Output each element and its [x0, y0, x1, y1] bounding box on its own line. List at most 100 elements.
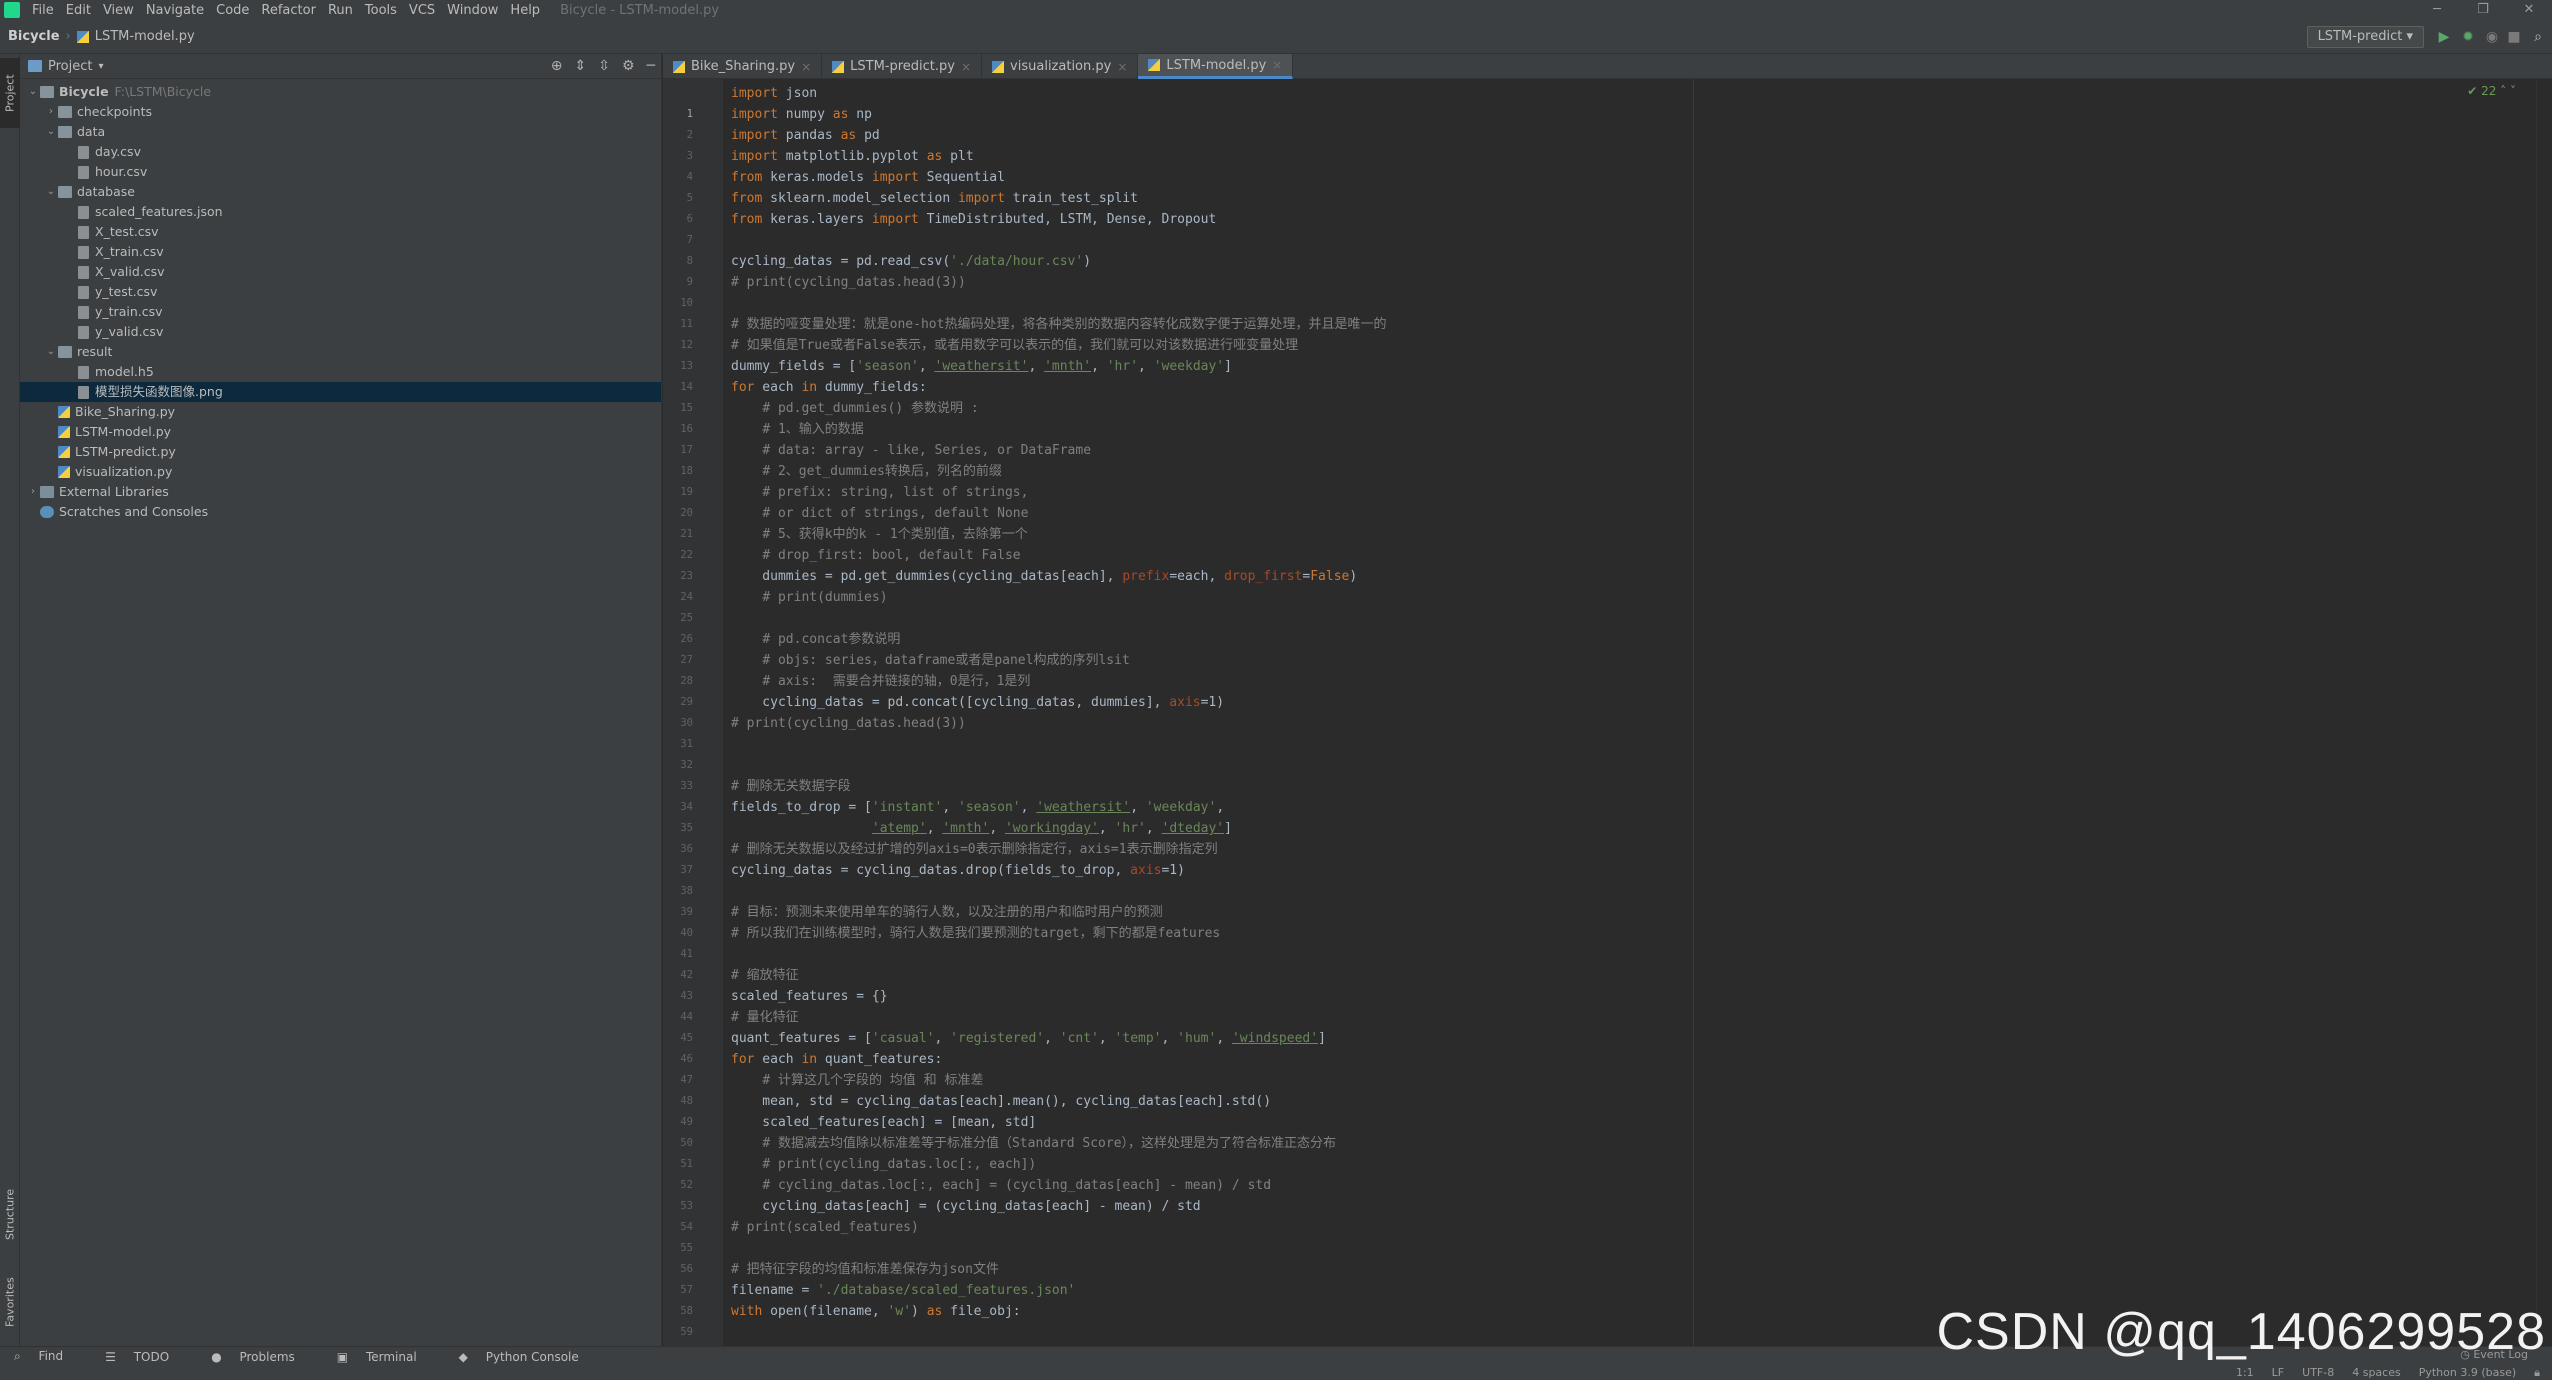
code-line[interactable]: # prefix: string, list of strings, — [731, 482, 1028, 503]
menu-navigate[interactable]: Navigate — [140, 3, 210, 18]
code-line[interactable]: # cycling_datas.loc[:, each] = (cycling_… — [731, 1175, 1271, 1196]
tree-item[interactable]: Scratches and Consoles — [20, 502, 661, 522]
status-indent[interactable]: 4 spaces — [2352, 1366, 2401, 1380]
code-line[interactable]: # 数据的哑变量处理：就是one-hot热编码处理，将各种类别的数据内容转化成数… — [731, 314, 1386, 335]
tool-tab-favorites[interactable]: Favorites — [0, 1264, 20, 1340]
menu-run[interactable]: Run — [322, 3, 359, 18]
tool-problems[interactable]: ● Problems — [197, 1350, 323, 1364]
editor-tab[interactable]: Bike_Sharing.py × — [663, 54, 823, 79]
code-line[interactable]: # print(cycling_datas.head(3)) — [731, 272, 966, 293]
inspection-widget[interactable]: ✔ 22 ˄ ˅ — [2467, 84, 2516, 98]
code-line[interactable]: for each in quant_features: — [731, 1049, 942, 1070]
code-line[interactable]: 'atemp', 'mnth', 'workingday', 'hr', 'dt… — [731, 818, 1232, 839]
tree-item[interactable]: y_test.csv — [20, 282, 661, 302]
code-line[interactable]: # objs: series，dataframe或者是panel构成的序列lsi… — [731, 650, 1129, 671]
debug-icon[interactable]: ✹ — [2460, 29, 2476, 45]
tree-item[interactable]: › External Libraries — [20, 482, 661, 502]
tool-tab-structure[interactable]: Structure — [0, 1174, 20, 1254]
chevron-down-icon[interactable]: ▾ — [98, 61, 103, 72]
run-icon[interactable]: ▶ — [2436, 29, 2452, 45]
chevron-right-icon[interactable]: › — [44, 102, 58, 122]
tree-item[interactable]: day.csv — [20, 142, 661, 162]
tree-item[interactable]: X_valid.csv — [20, 262, 661, 282]
coverage-icon[interactable]: ◉ — [2484, 29, 2500, 45]
menu-vcs[interactable]: VCS — [403, 3, 441, 18]
code-line[interactable]: # print(cycling_datas.loc[:, each]) — [731, 1154, 1036, 1175]
code-line[interactable]: # 1、输入的数据 — [731, 419, 863, 440]
code-line[interactable]: # 把特征字段的均值和标准差保存为json文件 — [731, 1259, 999, 1280]
close-icon[interactable]: ✕ — [2506, 0, 2552, 20]
code-line[interactable]: # 所以我们在训练模型时，骑行人数是我们要预测的target，剩下的都是feat… — [731, 923, 1220, 944]
code-line[interactable]: dummies = pd.get_dummies(cycling_datas[e… — [731, 566, 1357, 587]
tree-item[interactable]: ⌄ database — [20, 182, 661, 202]
tree-item[interactable]: ⌄ data — [20, 122, 661, 142]
code-line[interactable]: # or dict of strings, default None — [731, 503, 1028, 524]
menu-edit[interactable]: Edit — [60, 3, 97, 18]
tree-item[interactable]: X_train.csv — [20, 242, 661, 262]
code-line[interactable]: # pd.get_dummies() 参数说明 : — [731, 398, 978, 419]
code-line[interactable]: with open(filename, 'w') as file_obj: — [731, 1301, 1021, 1322]
code-line[interactable]: from keras.models import Sequential — [731, 167, 1005, 188]
status-encoding[interactable]: UTF-8 — [2302, 1366, 2334, 1380]
code-line[interactable]: # pd.concat参数说明 — [731, 629, 900, 650]
menu-code[interactable]: Code — [210, 3, 255, 18]
tree-item[interactable]: scaled_features.json — [20, 202, 661, 222]
tree-item[interactable]: LSTM-model.py — [20, 422, 661, 442]
lock-icon[interactable]: 🔒︎ — [2534, 1366, 2540, 1380]
tree-item[interactable]: LSTM-predict.py — [20, 442, 661, 462]
menu-view[interactable]: View — [97, 3, 140, 18]
locate-file-icon[interactable]: ⊕ — [551, 58, 563, 74]
menu-file[interactable]: File — [26, 3, 60, 18]
breadcrumb-project[interactable]: Bicycle — [8, 29, 60, 44]
code-line[interactable]: cycling_datas = pd.concat([cycling_datas… — [731, 692, 1224, 713]
code-line[interactable]: # 删除无关数据字段 — [731, 776, 851, 797]
chevron-down-icon[interactable]: ⌄ — [44, 182, 58, 202]
breadcrumb-file[interactable]: LSTM-model.py — [95, 29, 195, 44]
chevron-right-icon[interactable]: › — [26, 482, 40, 502]
code-line[interactable]: import pandas as pd — [731, 125, 880, 146]
code-line[interactable]: # 量化特征 — [731, 1007, 799, 1028]
code-line[interactable]: cycling_datas = pd.read_csv('./data/hour… — [731, 251, 1091, 272]
tool-find[interactable]: ⌕ Find — [0, 1349, 91, 1364]
stop-icon[interactable]: ■ — [2506, 29, 2522, 45]
tree-item[interactable]: Bike_Sharing.py — [20, 402, 661, 422]
tool-python-console[interactable]: ◆ Python Console — [445, 1350, 607, 1364]
close-tab-icon[interactable]: × — [1272, 58, 1282, 72]
run-config-select[interactable]: LSTM-predict ▾ — [2306, 26, 2424, 48]
close-tab-icon[interactable]: × — [1117, 60, 1127, 74]
code-line[interactable]: import numpy as np — [731, 104, 872, 125]
code-line[interactable]: # 数据减去均值除以标准差等于标准分值（Standard Score），这样处理… — [731, 1133, 1336, 1154]
editor-scrollbar[interactable] — [2536, 79, 2552, 1346]
code-line[interactable]: from sklearn.model_selection import trai… — [731, 188, 1138, 209]
editor-tab[interactable]: LSTM-model.py × — [1138, 54, 1294, 79]
code-line[interactable]: # drop_first: bool, default False — [731, 545, 1020, 566]
chevron-down-icon[interactable]: ⌄ — [44, 122, 58, 142]
code-line[interactable]: # print(scaled_features) — [731, 1217, 919, 1238]
tree-item[interactable]: visualization.py — [20, 462, 661, 482]
tool-tab-project[interactable]: Project — [0, 58, 20, 128]
code-line[interactable]: fields_to_drop = ['instant', 'season', '… — [731, 797, 1224, 818]
hide-panel-icon[interactable]: ─ — [647, 58, 655, 74]
tree-item[interactable]: y_valid.csv — [20, 322, 661, 342]
tree-item[interactable]: › checkpoints — [20, 102, 661, 122]
code-line[interactable]: cycling_datas = cycling_datas.drop(field… — [731, 860, 1185, 881]
tree-item[interactable]: model.h5 — [20, 362, 661, 382]
status-position[interactable]: 1:1 — [2236, 1366, 2254, 1380]
minimize-icon[interactable]: ─ — [2414, 0, 2460, 20]
code-line[interactable]: # 缩放特征 — [731, 965, 799, 986]
close-tab-icon[interactable]: × — [801, 60, 811, 74]
code-line[interactable]: filename = './database/scaled_features.j… — [731, 1280, 1075, 1301]
code-line[interactable]: for each in dummy_fields: — [731, 377, 927, 398]
gear-icon[interactable]: ⚙ — [622, 58, 635, 74]
tool-terminal[interactable]: ▣ Terminal — [323, 1350, 445, 1364]
chevron-down-icon[interactable]: ⌄ — [26, 82, 40, 102]
code-line[interactable]: # axis: 需要合并链接的轴，0是行，1是列 — [731, 671, 1030, 692]
search-everywhere-icon[interactable]: ⌕ — [2530, 29, 2546, 45]
code-line[interactable]: # print(dummies) — [731, 587, 887, 608]
editor-tab[interactable]: visualization.py × — [982, 54, 1139, 79]
tree-item[interactable]: ⌄ Bicycle F:\LSTM\Bicycle — [20, 82, 661, 102]
code-line[interactable]: # 目标：预测未来使用单车的骑行人数，以及注册的用户和临时用户的预测 — [731, 902, 1163, 923]
menu-window[interactable]: Window — [441, 3, 504, 18]
code-line[interactable]: cycling_datas[each] = (cycling_datas[eac… — [731, 1196, 1200, 1217]
tree-item[interactable]: X_test.csv — [20, 222, 661, 242]
